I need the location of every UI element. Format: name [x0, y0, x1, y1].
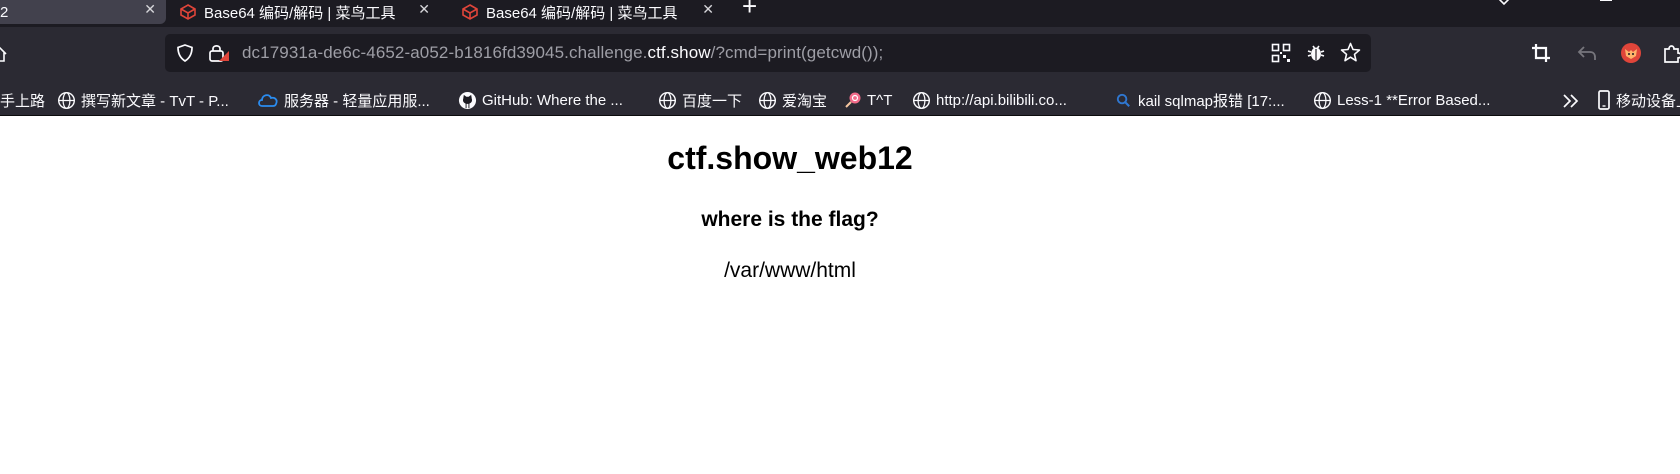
bug-icon[interactable]: [1306, 43, 1326, 63]
double-chevron-icon[interactable]: [1562, 93, 1580, 109]
globe-icon: [658, 91, 677, 109]
cloud-icon: [258, 94, 278, 107]
close-icon[interactable]: ✕: [144, 1, 156, 18]
bookmark-label: http://api.bilibili.co...: [936, 91, 1067, 109]
url-text[interactable]: dc17931a-de6c-4652-a052-b1816fd39045.cha…: [242, 43, 883, 63]
url-domain: ctf.show: [647, 43, 711, 62]
bookmark-item[interactable]: 爱淘宝: [758, 89, 827, 111]
address-bar[interactable]: dc17931a-de6c-4652-a052-b1816fd39045.cha…: [165, 34, 1371, 72]
page-content: ctf.show_web12 where is the flag? /var/w…: [0, 116, 1680, 474]
bookmark-label: kail sqlmap报错 [17:...: [1138, 92, 1285, 110]
bookmark-label: T^T: [867, 91, 893, 109]
bookmark-item[interactable]: Less-1 **Error Based...: [1313, 89, 1490, 111]
plus-icon[interactable]: +: [742, 0, 757, 19]
github-icon: [458, 91, 477, 109]
tab-strip: 2 ✕ Base64 编码/解码 | 菜鸟工具 ✕ Base64 编码/解码 |…: [0, 0, 1680, 27]
page-title: ctf.show_web12: [667, 140, 913, 176]
bookmark-label: 手上路: [0, 92, 46, 110]
home-icon[interactable]: [0, 45, 8, 63]
bookmark-item[interactable]: 百度一下: [658, 89, 742, 111]
browser-chrome: 2 ✕ Base64 编码/解码 | 菜鸟工具 ✕ Base64 编码/解码 |…: [0, 0, 1680, 116]
bookmark-item[interactable]: GitHub: Where the ...: [458, 89, 623, 111]
runoob-cube-icon: [462, 4, 478, 20]
crop-icon[interactable]: [1531, 43, 1551, 63]
globe-icon: [1313, 91, 1332, 109]
bookmark-label: Less-1 **Error Based...: [1337, 91, 1491, 109]
minimize-icon[interactable]: [1600, 0, 1612, 1]
page-subtitle: where is the flag?: [701, 208, 879, 231]
bookmark-label: GitHub: Where the ...: [482, 91, 623, 109]
bookmark-label: 移动设备上: [1616, 92, 1680, 110]
undo-icon[interactable]: [1577, 43, 1597, 63]
bookmark-item[interactable]: 手上路: [0, 89, 45, 111]
bookmark-label: 撰写新文章 - TvT - P...: [81, 92, 229, 110]
search-icon: [1116, 93, 1130, 107]
close-icon[interactable]: ✕: [702, 1, 714, 18]
navigation-toolbar: dc17931a-de6c-4652-a052-b1816fd39045.cha…: [0, 27, 1680, 85]
tab-title: Base64 编码/解码 | 菜鸟工具: [486, 4, 678, 22]
bookmark-item[interactable]: T^T: [844, 89, 892, 111]
globe-icon: [912, 91, 931, 109]
puzzle-icon[interactable]: [1662, 43, 1680, 63]
tab-base64-1[interactable]: Base64 编码/解码 | 菜鸟工具 ✕: [170, 0, 440, 24]
globe-icon: [57, 91, 76, 109]
close-icon[interactable]: ✕: [418, 1, 430, 18]
tab-current[interactable]: 2 ✕: [0, 0, 166, 24]
shield-icon[interactable]: [175, 43, 195, 63]
bookmarks-toolbar: 手上路 撰写新文章 - TvT - P... 服务器 - 轻量应用服... Gi…: [0, 85, 1680, 116]
bookmark-label: 爱淘宝: [782, 92, 828, 110]
runoob-cube-icon: [180, 4, 196, 20]
lock-warning-icon[interactable]: [208, 43, 230, 63]
url-prefix: dc17931a-de6c-4652-a052-b1816fd39045.cha…: [242, 43, 648, 62]
bookmark-item[interactable]: kail sqlmap报错 [17:...: [1114, 89, 1285, 111]
bookmark-item[interactable]: http://api.bilibili.co...: [912, 89, 1067, 111]
bookmark-label: 百度一下: [682, 92, 743, 110]
command-output: /var/www/html: [724, 259, 856, 282]
fox-avatar-icon[interactable]: [1620, 42, 1642, 64]
bookmark-item[interactable]: 撰写新文章 - TvT - P...: [57, 89, 229, 111]
qr-code-icon[interactable]: [1271, 43, 1291, 63]
tab-base64-2[interactable]: Base64 编码/解码 | 菜鸟工具 ✕: [452, 0, 724, 24]
star-icon[interactable]: [1340, 42, 1361, 63]
bookmark-label: 服务器 - 轻量应用服...: [284, 92, 430, 110]
mobile-device-icon: [1598, 90, 1610, 110]
bookmark-item[interactable]: 服务器 - 轻量应用服...: [257, 89, 430, 111]
globe-icon: [758, 91, 777, 109]
lollipop-icon: [845, 92, 861, 108]
chevron-down-icon[interactable]: [1497, 0, 1511, 7]
bookmark-mobile[interactable]: 移动设备上: [1597, 89, 1680, 111]
url-suffix: /?cmd=print(getcwd());: [710, 43, 884, 62]
tab-title: 2: [0, 3, 9, 21]
tab-title: Base64 编码/解码 | 菜鸟工具: [204, 4, 396, 22]
